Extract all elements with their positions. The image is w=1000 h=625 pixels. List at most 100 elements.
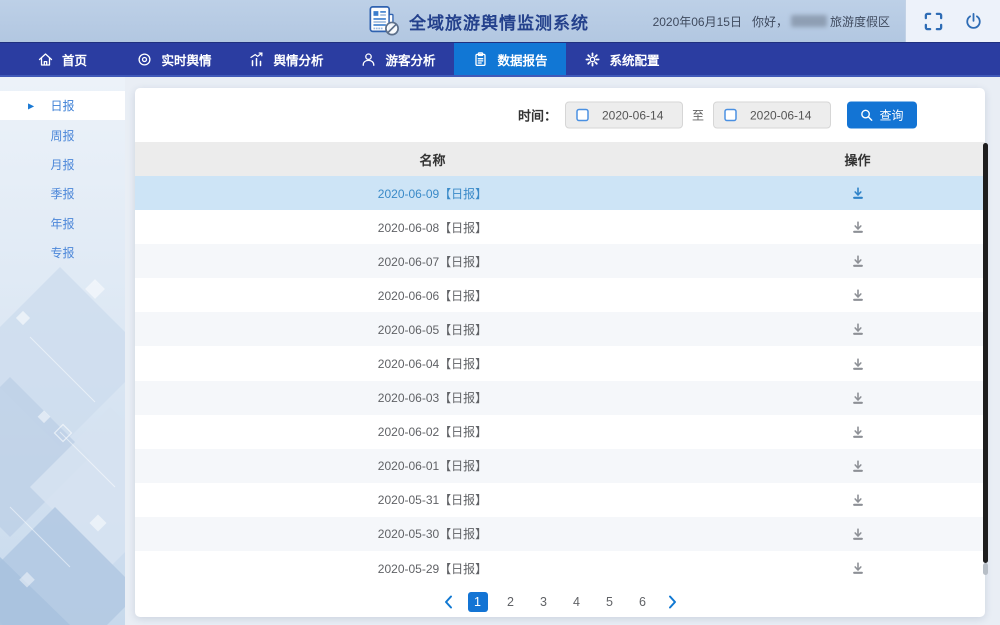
sidebar-item-weekly[interactable]: ▶周报	[0, 120, 125, 149]
brand: 全域旅游舆情监测系统	[368, 0, 589, 42]
sidebar-item-monthly[interactable]: ▶月报	[0, 150, 125, 179]
newspaper-monitor-logo-icon	[368, 5, 400, 37]
page-button-2[interactable]: 2	[501, 592, 521, 612]
download-icon	[851, 425, 865, 439]
table-row[interactable]: 2020-06-02【日报】	[135, 415, 985, 449]
report-name: 2020-06-02【日报】	[135, 423, 730, 440]
nav-item-label: 系统配置	[609, 50, 659, 69]
fullscreen-button[interactable]	[923, 11, 944, 32]
user-icon	[360, 51, 377, 68]
search-button[interactable]: 查询	[847, 102, 917, 129]
active-arrow-icon: ▶	[28, 101, 34, 110]
eye-icon	[136, 51, 153, 68]
table-row[interactable]: 2020-06-05【日报】	[135, 312, 985, 346]
table-scrollbar[interactable]	[983, 143, 988, 575]
page-button-4[interactable]: 4	[567, 592, 587, 612]
start-date-input[interactable]: 2020-06-14	[565, 102, 683, 129]
row-action-cell	[730, 459, 985, 473]
app-header: 全域旅游舆情监测系统 2020年06月15日 你好， 旅游度假区	[0, 0, 1000, 42]
sidebar-item-daily[interactable]: ▶ 日报	[0, 91, 125, 120]
prev-page-button[interactable]	[442, 595, 455, 609]
table-row[interactable]: 2020-06-01【日报】	[135, 449, 985, 483]
nav-item-visitor-analysis[interactable]: 游客分析	[342, 43, 454, 75]
table-row[interactable]: 2020-06-07【日报】	[135, 244, 985, 278]
download-button[interactable]	[851, 493, 865, 507]
scrollbar-thumb[interactable]	[983, 143, 988, 563]
report-table-body: 2020-06-09【日报】 2020-06-08【日报】 2020-06-07【日…	[135, 176, 985, 586]
nav-item-data-report[interactable]: 数据报告	[454, 43, 566, 75]
download-button[interactable]	[851, 220, 865, 234]
table-row[interactable]: 2020-05-29【日报】	[135, 551, 985, 585]
content-card: 时间： 2020-06-14 至 2020-06-14 查询	[135, 88, 985, 617]
download-button[interactable]	[851, 527, 865, 541]
nav-item-realtime-opinion[interactable]: 实时舆情	[118, 43, 230, 75]
report-name: 2020-06-09【日报】	[135, 185, 730, 202]
table-row[interactable]: 2020-06-08【日报】	[135, 210, 985, 244]
download-button[interactable]	[851, 561, 865, 575]
download-button[interactable]	[851, 322, 865, 336]
sidebar: ▶ 日报 ▶周报▶月报▶季报▶年报▶专报	[0, 77, 125, 625]
report-name: 2020-06-06【日报】	[135, 287, 730, 304]
next-page-button[interactable]	[666, 595, 679, 609]
download-button[interactable]	[851, 425, 865, 439]
download-button[interactable]	[851, 391, 865, 405]
download-icon	[851, 220, 865, 234]
report-name: 2020-06-04【日报】	[135, 355, 730, 372]
time-label: 时间：	[518, 106, 557, 125]
report-name: 2020-06-08【日报】	[135, 219, 730, 236]
download-icon	[851, 254, 865, 268]
sidebar-item-label: 日报	[50, 97, 74, 114]
sidebar-item-quarterly[interactable]: ▶季报	[0, 179, 125, 208]
chevron-left-icon	[444, 595, 453, 609]
page-button-1[interactable]: 1	[468, 592, 488, 612]
app-title: 全域旅游舆情监测系统	[409, 9, 589, 34]
nav-item-label: 实时舆情	[161, 50, 211, 69]
filter-bar: 时间： 2020-06-14 至 2020-06-14 查询	[135, 88, 985, 142]
table-row[interactable]: 2020-05-31【日报】	[135, 483, 985, 517]
pagination: 123456	[135, 586, 985, 617]
page-button-6[interactable]: 6	[633, 592, 653, 612]
end-date-input[interactable]: 2020-06-14	[713, 102, 831, 129]
org-suffix-text: 旅游度假区	[830, 13, 890, 30]
download-button[interactable]	[851, 288, 865, 302]
table-row[interactable]: 2020-06-03【日报】	[135, 381, 985, 415]
power-icon	[964, 12, 983, 31]
table-row[interactable]: 2020-05-30【日报】	[135, 517, 985, 551]
sidebar-item-label: 月报	[50, 156, 74, 173]
nav-item-system-config[interactable]: 系统配置	[566, 43, 678, 75]
redacted-org-name	[791, 15, 827, 27]
page-button-3[interactable]: 3	[534, 592, 554, 612]
nav-item-opinion-analysis[interactable]: 舆情分析	[230, 43, 342, 75]
calendar-icon	[724, 109, 737, 122]
page-button-5[interactable]: 5	[600, 592, 620, 612]
report-name: 2020-06-07【日报】	[135, 253, 730, 270]
download-button[interactable]	[851, 186, 865, 200]
download-icon	[851, 391, 865, 405]
gear-icon	[584, 51, 601, 68]
start-date-value: 2020-06-14	[602, 108, 663, 122]
sidebar-item-label: 季报	[50, 185, 74, 202]
filter-group: 时间： 2020-06-14 至 2020-06-14 查询	[518, 102, 917, 129]
nav-item-home[interactable]: 首页	[6, 43, 118, 75]
sidebar-item-yearly[interactable]: ▶年报	[0, 209, 125, 238]
table-row[interactable]: 2020-06-09【日报】	[135, 176, 985, 210]
row-action-cell	[730, 288, 985, 302]
download-icon	[851, 561, 865, 575]
sidebar-item-special[interactable]: ▶专报	[0, 238, 125, 267]
logout-power-button[interactable]	[964, 12, 983, 31]
scrollbar-track-tip	[983, 563, 988, 575]
row-action-cell	[730, 220, 985, 234]
download-button[interactable]	[851, 357, 865, 371]
row-action-cell	[730, 391, 985, 405]
sidebar-item-label: 年报	[50, 215, 74, 232]
download-button[interactable]	[851, 459, 865, 473]
chart-icon	[248, 51, 265, 68]
table-row[interactable]: 2020-06-06【日报】	[135, 278, 985, 312]
report-name: 2020-06-05【日报】	[135, 321, 730, 338]
download-icon	[851, 322, 865, 336]
row-action-cell	[730, 357, 985, 371]
user-info: 2020年06月15日 你好， 旅游度假区	[653, 0, 890, 42]
download-button[interactable]	[851, 254, 865, 268]
greeting-text: 你好，	[752, 13, 788, 30]
table-row[interactable]: 2020-06-04【日报】	[135, 346, 985, 380]
